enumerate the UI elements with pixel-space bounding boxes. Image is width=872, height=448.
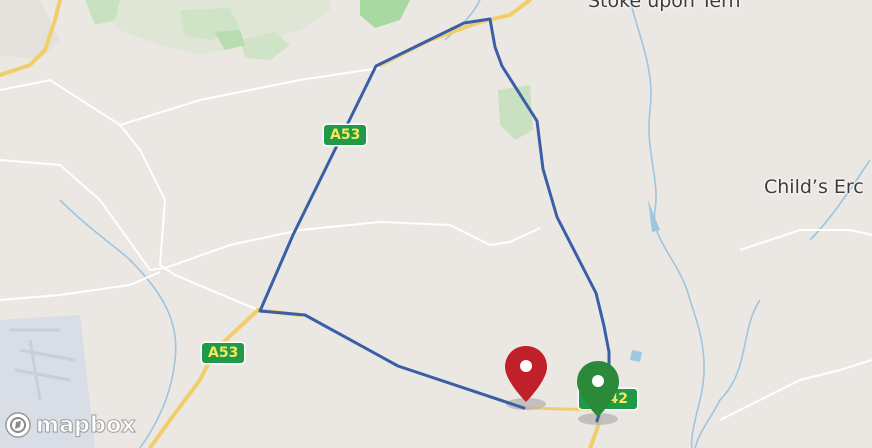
map-pin-icon <box>505 346 547 402</box>
map-canvas[interactable] <box>0 0 872 448</box>
mapbox-logo-text: mapbox <box>36 412 137 438</box>
map-view[interactable]: Stoke upon Tern Child’s Erc A53 A53 A442… <box>0 0 872 448</box>
route-line[interactable] <box>258 17 611 423</box>
pond-small <box>630 350 642 362</box>
woodland-areas <box>0 0 533 448</box>
mapbox-logo-icon <box>5 412 31 438</box>
waterways <box>59 0 871 448</box>
origin-marker[interactable] <box>574 359 622 419</box>
pond <box>648 200 660 232</box>
road-shield-a53: A53 <box>202 343 245 363</box>
destination-marker[interactable] <box>502 344 550 404</box>
minor-roads <box>0 67 872 421</box>
road-shield-a53: A53 <box>324 125 367 145</box>
place-label-childs-ercall: Child’s Erc <box>764 176 864 198</box>
mapbox-logo[interactable]: mapbox <box>4 410 136 440</box>
map-pin-icon <box>577 361 619 417</box>
place-label-stoke-upon-tern: Stoke upon Tern <box>588 0 741 12</box>
